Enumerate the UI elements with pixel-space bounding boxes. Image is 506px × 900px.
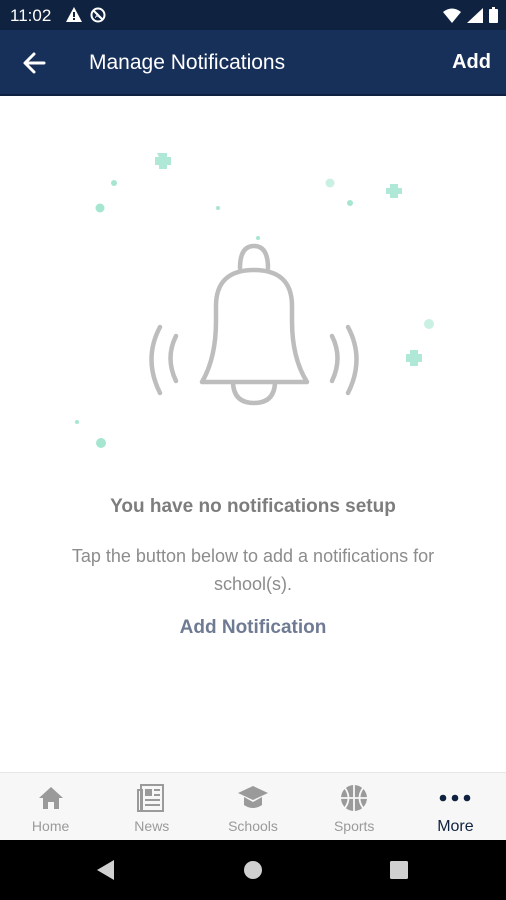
do-not-disturb-icon: A xyxy=(90,7,106,28)
news-icon xyxy=(136,782,168,814)
nav-item-label: More xyxy=(437,818,474,835)
nav-item-schools[interactable]: Schools xyxy=(202,773,303,840)
home-icon xyxy=(35,782,67,814)
wifi-icon xyxy=(443,8,461,28)
system-nav-bar xyxy=(0,840,506,900)
graduation-cap-icon xyxy=(237,782,269,814)
system-recents-button[interactable] xyxy=(390,861,408,884)
app-bar: Manage Notifications Add xyxy=(0,30,506,96)
triangle-back-icon xyxy=(96,860,116,885)
more-dots-icon xyxy=(439,782,471,814)
system-home-button[interactable] xyxy=(243,860,263,885)
add-button[interactable]: Add xyxy=(452,51,491,74)
empty-state-description: Tap the button below to add a notificati… xyxy=(71,546,435,594)
svg-text:A: A xyxy=(95,13,100,20)
circle-home-icon xyxy=(243,861,263,884)
system-back-button[interactable] xyxy=(96,859,116,886)
empty-state-title: You have no notifications setup xyxy=(110,496,396,517)
page-title: Manage Notifications xyxy=(89,51,286,74)
empty-state-illustration xyxy=(0,96,506,476)
arrow-left-icon xyxy=(20,52,50,80)
nav-item-news[interactable]: News xyxy=(101,773,202,840)
nav-item-label: Schools xyxy=(228,818,278,834)
battery-icon xyxy=(489,7,498,28)
nav-item-more[interactable]: More xyxy=(405,773,506,840)
back-button[interactable] xyxy=(20,50,50,76)
bell-icon xyxy=(199,243,310,406)
nav-item-sports[interactable]: Sports xyxy=(304,773,405,840)
square-recents-icon xyxy=(390,861,408,883)
status-time: 11:02 xyxy=(10,6,52,25)
nav-item-label: Sports xyxy=(333,818,375,834)
nav-item-label: News xyxy=(134,818,170,834)
nav-item-label: Home xyxy=(31,818,70,834)
cellular-signal-icon xyxy=(467,7,483,28)
add-notification-link[interactable]: Add Notification xyxy=(0,617,506,639)
status-bar: 11:02 A xyxy=(0,0,506,30)
bottom-nav: Home News Schools Sports More xyxy=(0,772,506,840)
nav-item-home[interactable]: Home xyxy=(0,773,101,840)
warning-icon xyxy=(66,7,82,28)
basketball-icon xyxy=(338,782,370,814)
